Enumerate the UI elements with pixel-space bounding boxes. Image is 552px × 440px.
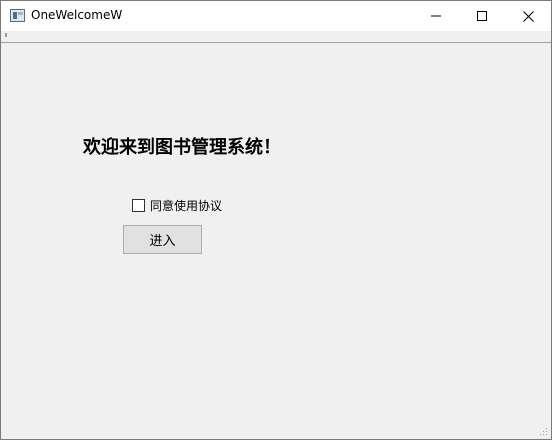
title-bar[interactable]: OneWelcomeW [1,1,551,31]
window-title: OneWelcomeW [31,8,123,22]
maximize-icon [477,11,487,21]
welcome-heading: 欢迎来到图书管理系统！ [83,137,281,158]
checkbox-box[interactable] [132,199,145,212]
agreement-checkbox-label[interactable]: 同意使用协议 [150,197,222,214]
app-window-icon [10,9,25,22]
maximize-button[interactable] [459,1,505,31]
menu-bar [1,31,551,43]
menu-bar-handle [5,33,7,37]
app-window: OneWelcomeW 欢迎来到图书管理系统！ 同意使用协议 进入 [0,0,552,440]
minimize-button[interactable] [413,1,459,31]
agreement-checkbox[interactable]: 同意使用协议 [132,197,222,214]
close-button[interactable] [505,1,551,31]
close-icon [522,10,534,22]
enter-button[interactable]: 进入 [123,225,202,254]
size-grip-icon[interactable] [538,426,548,436]
minimize-icon [431,15,441,17]
